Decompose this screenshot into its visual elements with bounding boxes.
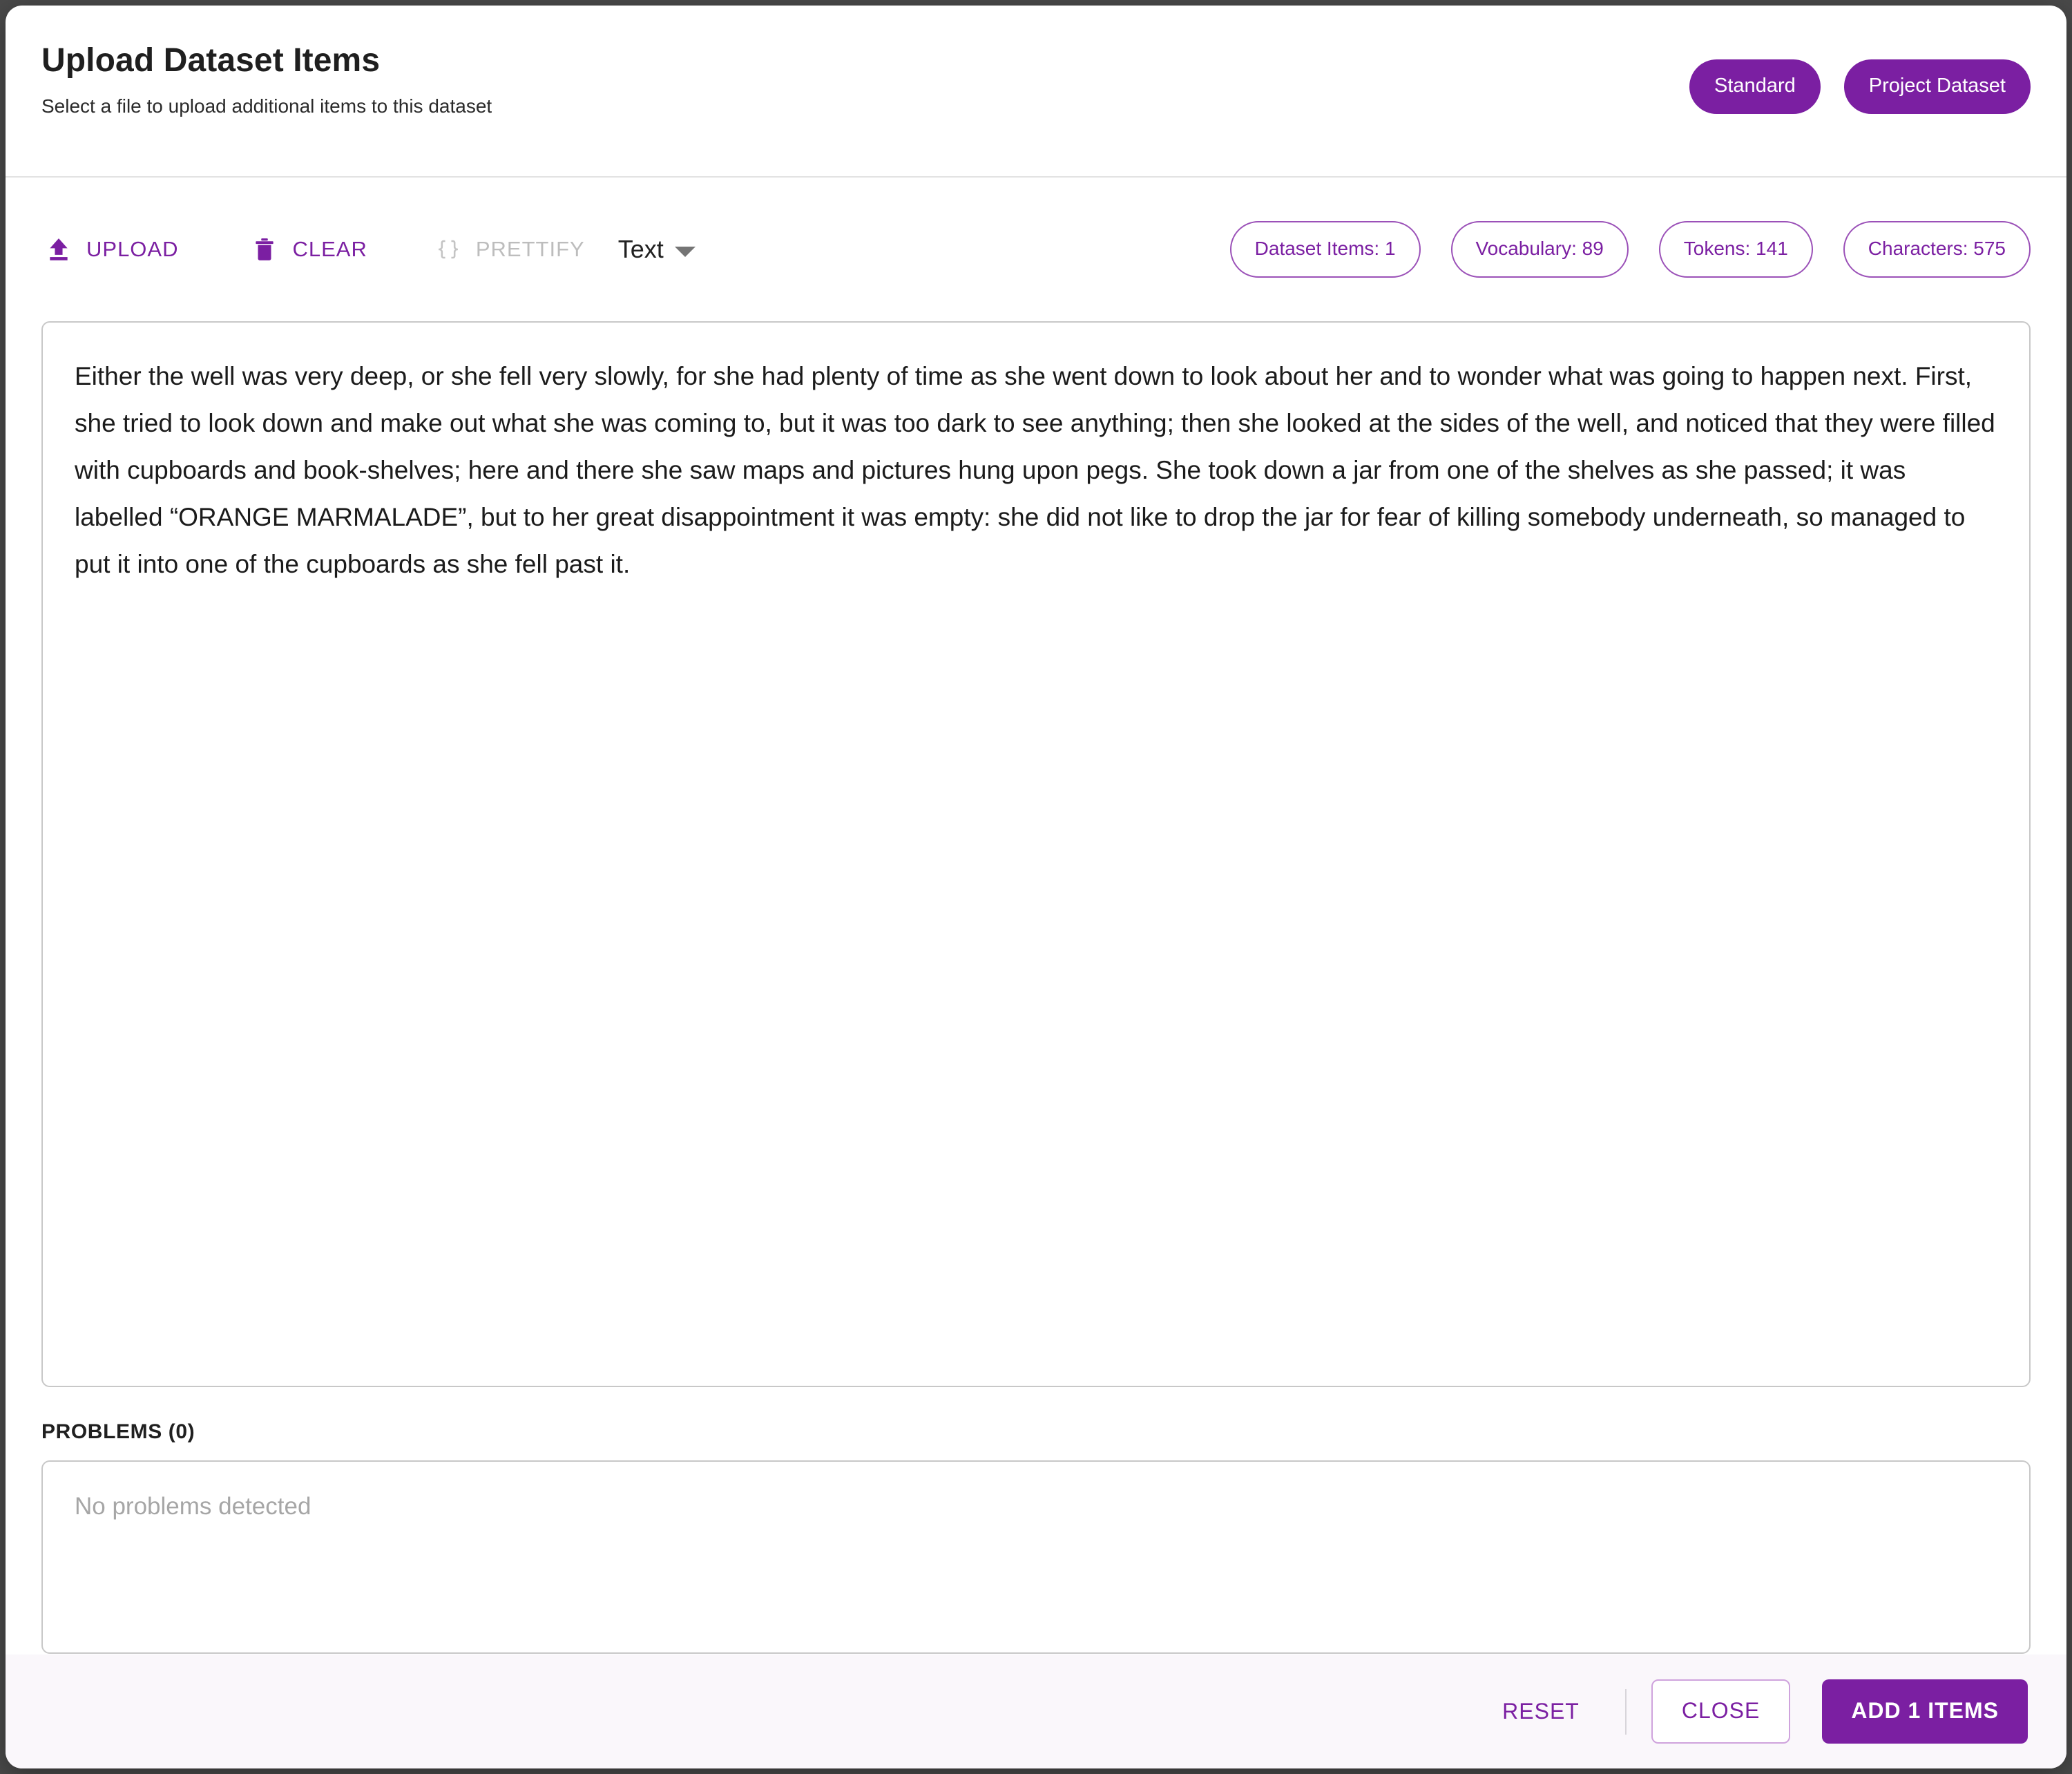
upload-button-label: UPLOAD: [86, 237, 179, 261]
format-select-value: Text: [617, 235, 664, 263]
format-select[interactable]: Text: [614, 229, 700, 269]
upload-icon: [46, 236, 72, 263]
standard-chip[interactable]: Standard: [1689, 59, 1821, 114]
problems-area: No problems detected: [6, 1460, 2066, 1654]
stats-chip-group: Dataset Items: 1 Vocabulary: 89 Tokens: …: [1229, 221, 2031, 278]
stat-characters[interactable]: Characters: 575: [1843, 221, 2031, 278]
stat-dataset-items[interactable]: Dataset Items: 1: [1229, 221, 1421, 278]
footer-divider: [1624, 1688, 1627, 1735]
clear-button-label: CLEAR: [292, 237, 367, 261]
prettify-button-label: PRETTIFY: [475, 237, 585, 261]
upload-dataset-dialog: Upload Dataset Items Select a file to up…: [6, 6, 2066, 1768]
dialog-footer: RESET CLOSE ADD 1 ITEMS: [6, 1654, 2066, 1768]
close-button[interactable]: CLOSE: [1651, 1679, 1791, 1744]
dialog-header: Upload Dataset Items Select a file to up…: [6, 6, 2066, 178]
editor-toolbar: UPLOAD CLEAR PRETTIFY Text Dataset Items…: [6, 178, 2066, 321]
clear-button[interactable]: CLEAR: [247, 229, 371, 269]
chevron-down-icon: [674, 246, 696, 257]
problems-box: No problems detected: [41, 1460, 2031, 1654]
reset-button[interactable]: RESET: [1484, 1685, 1598, 1738]
problems-empty-text: No problems detected: [75, 1493, 311, 1520]
stat-vocabulary[interactable]: Vocabulary: 89: [1450, 221, 1629, 278]
problems-heading: PROBLEMS (0): [41, 1420, 195, 1443]
braces-icon: [435, 236, 461, 263]
editor-area: Either the well was very deep, or she fe…: [6, 321, 2066, 1387]
header-chip-group: Standard Project Dataset: [1689, 59, 2031, 114]
upload-button[interactable]: UPLOAD: [41, 229, 182, 269]
dataset-text-editor[interactable]: Either the well was very deep, or she fe…: [41, 321, 2031, 1387]
prettify-button[interactable]: PRETTIFY: [431, 229, 589, 269]
project-dataset-chip[interactable]: Project Dataset: [1843, 59, 2031, 114]
dataset-text-content: Either the well was very deep, or she fe…: [75, 362, 2003, 578]
stat-tokens[interactable]: Tokens: 141: [1658, 221, 1813, 278]
trash-icon: [251, 236, 278, 263]
add-items-button[interactable]: ADD 1 ITEMS: [1822, 1679, 2028, 1744]
